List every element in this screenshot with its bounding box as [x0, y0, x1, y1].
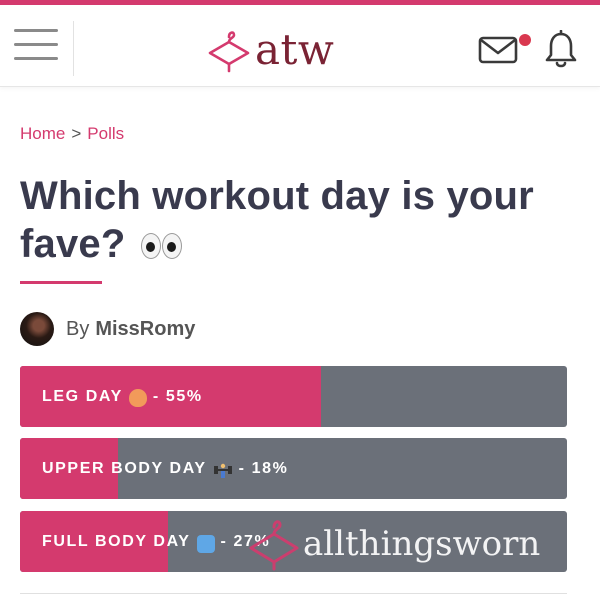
- poll-option-full-body-day[interactable]: FULL BODY DAY - 27%: [20, 511, 567, 572]
- title-underline: [20, 281, 102, 284]
- author-name-link[interactable]: MissRomy: [95, 318, 195, 341]
- header-divider: [73, 21, 74, 76]
- hanger-icon: [208, 31, 250, 73]
- breadcrumb: Home > Polls: [20, 124, 124, 144]
- eyes-emoji: [140, 233, 182, 260]
- poll-option-leg-day[interactable]: LEG DAY - 55%: [20, 366, 567, 427]
- poll-option-text: LEG DAY: [42, 387, 123, 405]
- breadcrumb-polls-link[interactable]: Polls: [87, 124, 124, 143]
- poll-option-percent: - 18%: [238, 459, 289, 477]
- menu-button[interactable]: [14, 29, 58, 65]
- cycle-emoji: [196, 534, 215, 553]
- poll-option-text: FULL BODY DAY: [42, 532, 191, 550]
- site-logo[interactable]: atw: [207, 25, 334, 75]
- eye-shape: [161, 233, 182, 260]
- avatar[interactable]: [20, 312, 54, 346]
- poll-option-text: UPPER BODY DAY: [42, 459, 207, 477]
- breadcrumb-separator: >: [71, 124, 82, 143]
- breadcrumb-home-link[interactable]: Home: [20, 124, 65, 143]
- page-title-text: Which workout day is your fave?: [20, 174, 534, 266]
- poll-option-percent: - 55%: [152, 387, 203, 405]
- poll-option-label: FULL BODY DAY - 27%: [42, 511, 270, 572]
- menu-icon-bar: [14, 43, 58, 46]
- poll-option-label: LEG DAY - 55%: [42, 366, 203, 427]
- menu-icon-bar: [14, 29, 58, 32]
- page-title: Which workout day is your fave?: [20, 172, 580, 268]
- peach-emoji: [128, 388, 147, 407]
- menu-icon-bar: [14, 57, 58, 60]
- author-byline: By MissRomy: [20, 311, 195, 347]
- site-header: atw: [0, 5, 600, 87]
- divider: [20, 593, 567, 594]
- bell-icon[interactable]: [544, 30, 578, 70]
- poll-option-percent: - 27%: [220, 532, 271, 550]
- logo-text: atw: [255, 25, 335, 74]
- poll-option-upper-body-day[interactable]: UPPER BODY DAY - 18%: [20, 438, 567, 499]
- author-prefix: By: [66, 317, 90, 340]
- weightlifter-emoji: [213, 463, 232, 478]
- notification-dot: [519, 34, 531, 46]
- mail-icon[interactable]: [478, 35, 518, 65]
- eye-shape: [140, 233, 161, 260]
- poll-option-label: UPPER BODY DAY - 18%: [42, 438, 288, 499]
